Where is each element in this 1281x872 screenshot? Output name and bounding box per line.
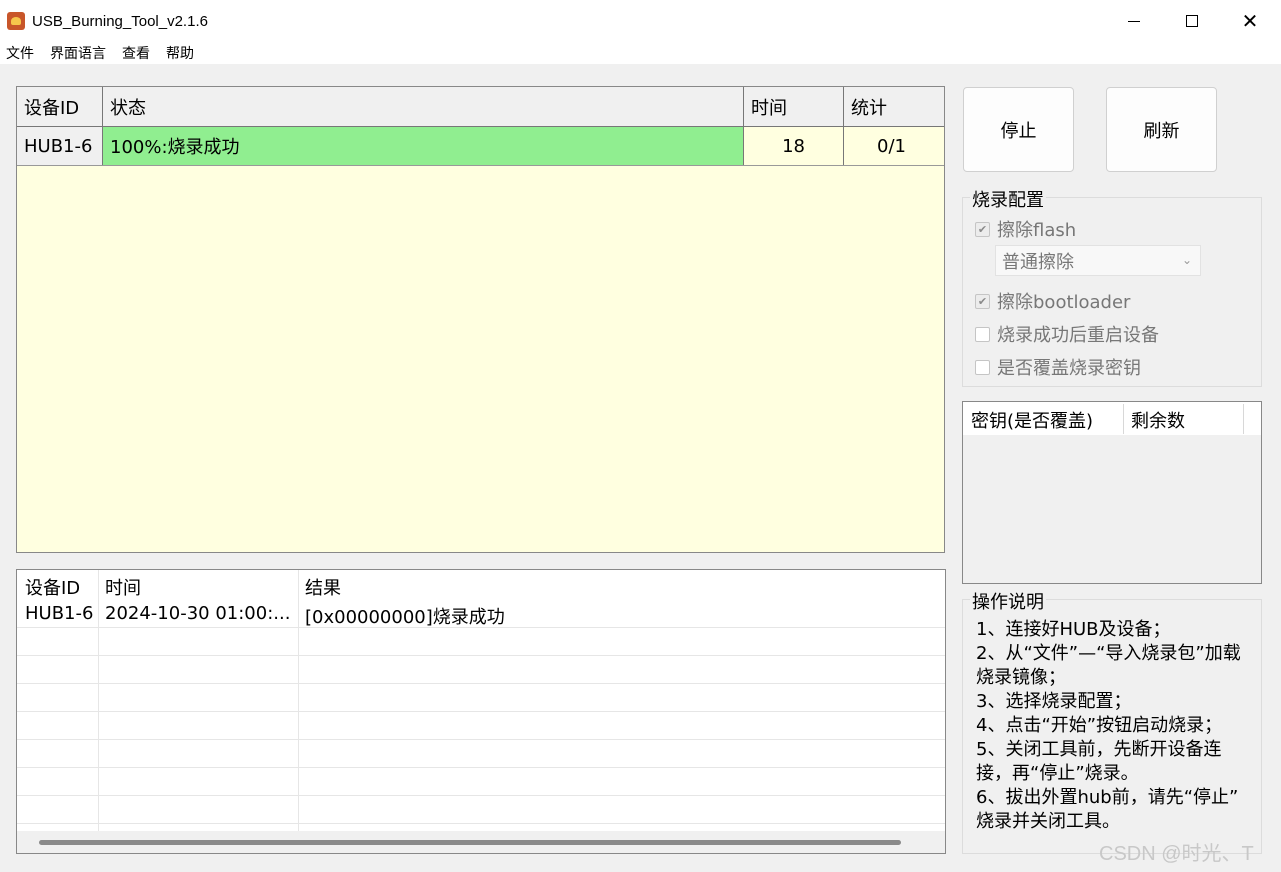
erase-mode-select[interactable]: 普通擦除 ⌄ xyxy=(995,245,1201,276)
log-row-empty xyxy=(17,796,945,824)
instructions-text: 1、连接好HUB及设备； 2、从“文件”—“导入烧录包”加载 烧录镜像； 3、选… xyxy=(976,618,1266,834)
header-status[interactable]: 状态 xyxy=(103,87,744,126)
key-table-header: 密钥(是否覆盖) 剩余数 xyxy=(963,402,1261,435)
erase-bootloader-label: 擦除bootloader xyxy=(997,292,1131,313)
checkbox-checked-icon: ✔ xyxy=(975,293,990,309)
log-header-result[interactable]: 结果 xyxy=(305,574,341,600)
instructions-title: 操作说明 xyxy=(970,588,1046,614)
device-id-cell: HUB1-6 xyxy=(17,127,103,165)
reboot-after-label: 烧录成功后重启设备 xyxy=(997,325,1159,346)
column-divider xyxy=(1123,404,1124,434)
log-header-device-id[interactable]: 设备ID xyxy=(25,574,80,600)
maximize-button[interactable] xyxy=(1163,0,1221,42)
instruction-line: 接，再“停止”烧录。 xyxy=(976,763,1139,784)
close-icon: ✕ xyxy=(1241,9,1259,33)
scrollbar-thumb[interactable] xyxy=(39,840,901,845)
key-header-remaining[interactable]: 剩余数 xyxy=(1131,407,1185,433)
minimize-icon xyxy=(1128,20,1140,22)
log-result: [0x00000000]烧录成功 xyxy=(305,607,505,628)
chevron-down-icon: ⌄ xyxy=(1181,253,1192,267)
instruction-line: 2、从“文件”—“导入烧录包”加载 xyxy=(976,643,1241,664)
device-stats-cell: 0/1 xyxy=(877,135,906,157)
window-title: USB_Burning_Tool_v2.1.6 xyxy=(32,12,208,30)
reboot-after-checkbox[interactable]: 烧录成功后重启设备 xyxy=(975,321,1159,347)
instruction-line: 烧录并关闭工具。 xyxy=(976,811,1120,832)
log-row-empty xyxy=(17,712,945,740)
menu-help[interactable]: 帮助 xyxy=(159,43,203,63)
erase-bootloader-checkbox[interactable]: ✔ 擦除bootloader xyxy=(975,288,1130,314)
instruction-line: 4、点击“开始”按钮启动烧录； xyxy=(976,715,1223,736)
key-table[interactable]: 密钥(是否覆盖) 剩余数 xyxy=(962,401,1262,584)
log-device-id: HUB1-6 xyxy=(25,603,94,624)
log-row[interactable]: HUB1-6 2024-10-30 01:00:... [0x00000000]… xyxy=(17,600,945,628)
log-row-empty xyxy=(17,628,945,656)
erase-mode-value: 普通擦除 xyxy=(1002,251,1074,273)
instruction-line: 5、关闭工具前，先断开设备连 xyxy=(976,739,1222,760)
instruction-line: 6、拔出外置hub前，请先“停止” xyxy=(976,787,1239,808)
device-status-cell: 100%:烧录成功 xyxy=(103,127,744,165)
log-row-empty xyxy=(17,684,945,712)
header-time[interactable]: 时间 xyxy=(744,87,844,126)
instruction-line: 1、连接好HUB及设备； xyxy=(976,619,1171,640)
log-row-empty xyxy=(17,656,945,684)
log-time: 2024-10-30 01:00:... xyxy=(105,603,291,624)
checkbox-empty-icon xyxy=(975,359,990,375)
close-button[interactable]: ✕ xyxy=(1221,0,1279,42)
header-device-id[interactable]: 设备ID xyxy=(17,87,103,126)
checkbox-checked-icon: ✔ xyxy=(975,221,990,237)
app-icon xyxy=(7,12,25,30)
key-header-key[interactable]: 密钥(是否覆盖) xyxy=(971,407,1093,433)
erase-flash-checkbox[interactable]: ✔ 擦除flash xyxy=(975,216,1076,242)
log-header-time[interactable]: 时间 xyxy=(105,574,141,600)
watermark: CSDN @时光、T xyxy=(1099,843,1254,865)
device-table[interactable]: 设备ID 状态 时间 统计 HUB1-6 100%:烧录成功 18 0/1 xyxy=(16,86,945,553)
log-row-empty xyxy=(17,740,945,768)
stop-button[interactable]: 停止 xyxy=(963,87,1074,172)
menu-bar: 文件 界面语言 查看 帮助 xyxy=(0,42,1281,64)
maximize-icon xyxy=(1186,15,1198,27)
burn-config-title: 烧录配置 xyxy=(970,186,1046,212)
column-divider xyxy=(1243,404,1244,434)
device-time-cell: 18 xyxy=(744,127,844,165)
title-bar: USB_Burning_Tool_v2.1.6 ✕ xyxy=(0,0,1281,42)
minimize-button[interactable] xyxy=(1105,0,1163,42)
header-stats[interactable]: 统计 xyxy=(844,87,944,126)
log-table[interactable]: 设备ID 时间 结果 HUB1-6 2024-10-30 01:00:... [… xyxy=(16,569,946,854)
refresh-button[interactable]: 刷新 xyxy=(1106,87,1217,172)
device-table-header: 设备ID 状态 时间 统计 xyxy=(17,87,944,127)
menu-language[interactable]: 界面语言 xyxy=(43,43,115,63)
device-row[interactable]: HUB1-6 100%:烧录成功 18 0/1 xyxy=(17,127,944,166)
overwrite-key-label: 是否覆盖烧录密钥 xyxy=(997,358,1141,379)
checkbox-empty-icon xyxy=(975,326,990,342)
log-table-header: 设备ID 时间 结果 xyxy=(17,570,945,600)
overwrite-key-checkbox[interactable]: 是否覆盖烧录密钥 xyxy=(975,354,1141,380)
instruction-line: 3、选择烧录配置； xyxy=(976,691,1132,712)
log-row-empty xyxy=(17,768,945,796)
menu-view[interactable]: 查看 xyxy=(115,43,159,63)
menu-file[interactable]: 文件 xyxy=(0,43,43,63)
instruction-line: 烧录镜像； xyxy=(976,667,1066,688)
horizontal-scrollbar[interactable] xyxy=(17,831,945,853)
erase-flash-label: 擦除flash xyxy=(997,220,1077,241)
